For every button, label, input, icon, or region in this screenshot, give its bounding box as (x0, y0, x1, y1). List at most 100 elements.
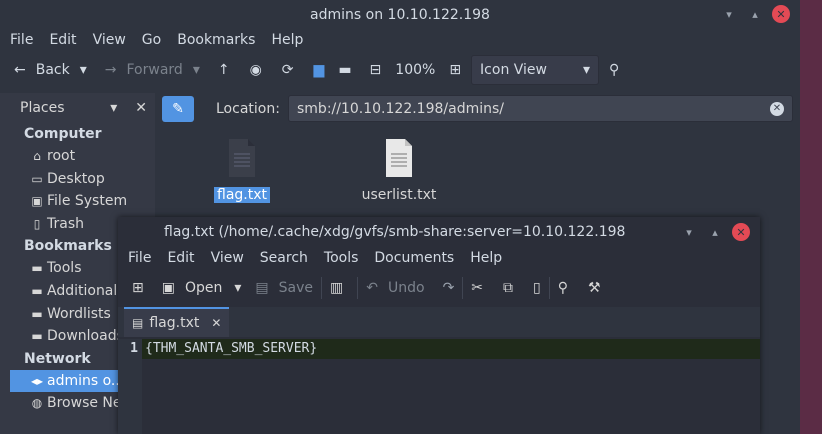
sidebar-item-root[interactable]: ⌂ root (0, 145, 155, 168)
save-icon: ▤ (255, 280, 269, 296)
menu-go[interactable]: Go (142, 32, 161, 48)
minimize-icon[interactable]: ▾ (680, 223, 698, 241)
reload-icon[interactable]: ⟳ (282, 62, 294, 78)
editor-text-area[interactable]: 1 {THM_SANTA_SMB_SERVER} (118, 339, 760, 434)
text-file-icon (229, 139, 255, 177)
sidebar-item-label: Additional (47, 282, 118, 299)
clear-icon[interactable]: ✕ (770, 101, 784, 116)
cut-icon[interactable]: ✂ (471, 280, 483, 296)
minimize-icon[interactable]: ▾ (720, 5, 738, 23)
find-icon[interactable]: ⚲ (558, 280, 568, 296)
open-label: Open (184, 280, 223, 296)
editor-titlebar: flag.txt (/home/.cache/xdg/gvfs/smb-shar… (118, 217, 760, 247)
sidebar-item-label: File System (47, 193, 128, 210)
tab-flag-txt[interactable]: ▤ flag.txt ✕ (124, 307, 230, 337)
forward-history-dropdown[interactable]: ▾ (193, 62, 200, 78)
sidebar-item-label: Tools (47, 260, 82, 277)
sidebar-item-label: admins o... (47, 372, 125, 389)
arrow-left-icon: ← (14, 62, 26, 78)
menu-view[interactable]: View (211, 250, 244, 266)
menu-edit[interactable]: Edit (167, 250, 194, 266)
arrow-right-icon: → (104, 62, 117, 78)
open-recent-dropdown[interactable]: ▾ (234, 280, 241, 296)
toolbar-separator (357, 277, 359, 299)
globe-icon: ◍ (31, 396, 43, 411)
editor-tabbar: ▤ flag.txt ✕ (118, 307, 760, 337)
sidebar-close-icon[interactable]: ✕ (135, 100, 147, 116)
close-icon[interactable]: ✕ (772, 5, 790, 23)
undo-button[interactable]: ↶ Undo (366, 280, 424, 296)
paste-icon[interactable]: ▯ (533, 280, 541, 296)
close-icon[interactable]: ✕ (732, 223, 750, 241)
editor-window-title: flag.txt (/home/.cache/xdg/gvfs/smb-shar… (164, 224, 626, 240)
maximize-icon[interactable]: ▴ (746, 5, 764, 23)
find-replace-icon[interactable]: ⚒ (588, 280, 601, 296)
tab-label: flag.txt (149, 315, 200, 331)
menu-bookmarks[interactable]: Bookmarks (177, 32, 255, 48)
menu-file[interactable]: File (10, 32, 33, 48)
menu-search[interactable]: Search (260, 250, 308, 266)
sidebar-item-file-system[interactable]: ▣ File System (0, 190, 155, 213)
document-icon: ▤ (132, 316, 144, 330)
menu-edit[interactable]: Edit (49, 32, 76, 48)
file-item-flag[interactable]: flag.txt (187, 138, 297, 203)
pencil-icon[interactable]: ✎ (162, 95, 194, 122)
toolbar-separator (548, 277, 550, 299)
editor-menubar: File Edit View Search Tools Documents He… (118, 247, 760, 269)
home-icon: ⌂ (33, 149, 41, 163)
view-mode-value: Icon View (480, 62, 547, 78)
back-button[interactable]: ← Back (14, 62, 70, 78)
desktop-icon: ▭ (31, 171, 43, 186)
copy-icon[interactable]: ⧉ (503, 280, 513, 296)
folder-icon: ▬ (31, 283, 43, 298)
network-share-icon: ◂▸ (30, 373, 44, 388)
back-history-dropdown[interactable]: ▾ (80, 62, 87, 78)
sidebar-item-label: Downloads (47, 328, 124, 345)
chevron-down-icon: ▾ (583, 62, 591, 78)
folder-icon: ▬ (31, 261, 43, 276)
open-button[interactable]: ▣ Open (162, 280, 223, 296)
maximize-icon[interactable]: ▴ (706, 223, 724, 241)
stop-icon[interactable]: ◉ (250, 62, 262, 78)
location-label: Location: (216, 100, 280, 117)
zoom-in-icon[interactable]: ⊞ (449, 62, 461, 78)
sidebar-item-label: Wordlists (47, 305, 111, 322)
menu-file[interactable]: File (128, 250, 151, 266)
redo-icon[interactable]: ↷ (443, 280, 455, 296)
zoom-level: 100% (395, 62, 436, 78)
menu-tools[interactable]: Tools (324, 250, 359, 266)
menu-view[interactable]: View (93, 32, 126, 48)
menu-help[interactable]: Help (271, 32, 303, 48)
editor-toolbar: ⊞ ▣ Open ▾ ▤ Save ▥ ↶ Undo ↷ ✂ ⧉ ▯ ⚲ ⚒ (118, 269, 760, 307)
menu-help[interactable]: Help (470, 250, 502, 266)
folder-icon: ▬ (31, 329, 43, 344)
file-item-userlist[interactable]: userlist.txt (344, 138, 454, 203)
text-line[interactable]: {THM_SANTA_SMB_SERVER} (145, 339, 317, 359)
menu-documents[interactable]: Documents (374, 250, 454, 266)
computer-icon[interactable]: ▬ (338, 62, 351, 78)
location-value: smb://10.10.122.198/admins/ (297, 100, 504, 117)
places-dropdown-icon[interactable]: ▾ (110, 100, 117, 116)
zoom-out-icon[interactable]: ⊟ (370, 62, 382, 78)
view-mode-select[interactable]: Icon View ▾ (471, 55, 600, 85)
save-button[interactable]: ▤ Save (255, 280, 313, 296)
location-input[interactable]: smb://10.10.122.198/admins/ ✕ (288, 95, 793, 122)
home-folder-icon[interactable]: ▆ (314, 62, 325, 78)
file-view: flag.txt userlist.txt (160, 130, 800, 220)
file-name: userlist.txt (361, 187, 437, 203)
print-icon[interactable]: ▥ (330, 280, 343, 296)
up-arrow-icon[interactable]: ↑ (218, 62, 230, 78)
search-icon[interactable]: ⚲ (609, 62, 619, 78)
sidebar-item-desktop[interactable]: ▭ Desktop (0, 168, 155, 191)
sidebar-item-label: root (47, 148, 76, 164)
fm-menubar: File Edit View Go Bookmarks Help (0, 30, 800, 50)
line-number: 1 (130, 341, 138, 356)
forward-label: Forward (126, 62, 183, 78)
forward-button[interactable]: → Forward (105, 62, 183, 78)
drive-icon: ▣ (31, 194, 43, 209)
open-file-icon: ▣ (161, 280, 175, 296)
new-document-icon[interactable]: ⊞ (132, 280, 144, 296)
sidebar-header: Places ▾ ✕ (0, 93, 155, 123)
sidebar-item-label: Desktop (47, 170, 105, 187)
tab-close-icon[interactable]: ✕ (211, 316, 221, 330)
